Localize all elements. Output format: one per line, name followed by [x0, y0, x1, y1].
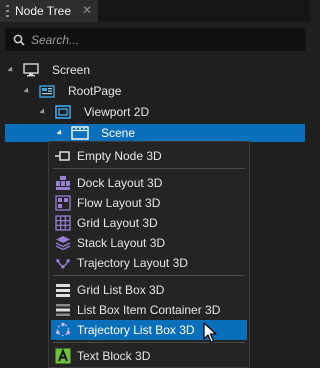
- empty-node-icon: [55, 148, 71, 164]
- menu-item-label: Flow Layout 3D: [77, 196, 161, 210]
- grid-list-box-icon: [55, 282, 71, 298]
- tab-bar: Node Tree ✕: [0, 0, 310, 22]
- tree-node-viewport[interactable]: Viewport 2D: [39, 103, 150, 121]
- menu-item-stack-layout-3d[interactable]: Stack Layout 3D: [51, 233, 247, 253]
- menu-item-label: Dock Layout 3D: [77, 176, 163, 190]
- scene-icon: [71, 126, 89, 140]
- tree-node-label: Viewport 2D: [84, 105, 150, 119]
- stack-layout-icon: [55, 235, 71, 251]
- menu-item-label: Text Block 3D: [77, 349, 151, 363]
- menu-item-label: Trajectory List Box 3D: [77, 323, 195, 337]
- expand-arrow-icon[interactable]: [56, 129, 64, 137]
- tree-node-label: RootPage: [68, 84, 122, 98]
- menu-item-empty-node-3d[interactable]: Empty Node 3D: [51, 146, 247, 166]
- menu-item-label: List Box Item Container 3D: [77, 303, 221, 317]
- drag-handle-icon[interactable]: [6, 5, 9, 17]
- viewport-icon: [54, 105, 72, 119]
- menu-item-label: Grid Layout 3D: [77, 216, 158, 230]
- menu-item-list-box-item-container-3d[interactable]: List Box Item Container 3D: [51, 300, 247, 320]
- monitor-icon: [22, 63, 40, 77]
- expand-arrow-icon[interactable]: [7, 66, 15, 74]
- text-block-icon: [55, 348, 71, 364]
- menu-separator: [53, 168, 245, 169]
- search-box[interactable]: [5, 28, 305, 51]
- menu-item-label: Trajectory Layout 3D: [77, 256, 188, 270]
- tree-node-scene[interactable]: Scene: [5, 124, 305, 142]
- menu-item-label: Stack Layout 3D: [77, 236, 166, 250]
- expand-arrow-icon[interactable]: [23, 87, 31, 95]
- flow-layout-icon: [55, 195, 71, 211]
- menu-item-label: Empty Node 3D: [77, 149, 162, 163]
- close-icon[interactable]: ✕: [82, 3, 92, 17]
- menu-separator: [53, 275, 245, 276]
- list-box-item-container-icon: [55, 302, 71, 318]
- menu-item-trajectory-layout-3d[interactable]: Trajectory Layout 3D: [51, 253, 247, 273]
- tree-node-rootpage[interactable]: RootPage: [23, 82, 122, 100]
- menu-item-text-block-3d[interactable]: Text Block 3D: [51, 346, 247, 366]
- menu-item-label: Grid List Box 3D: [77, 283, 165, 297]
- grid-layout-icon: [55, 215, 71, 231]
- tree-node-label: Scene: [101, 126, 136, 140]
- tree-node-screen[interactable]: Screen: [7, 61, 91, 79]
- tab-node-tree[interactable]: Node Tree ✕: [0, 0, 98, 22]
- trajectory-layout-icon: [55, 255, 71, 271]
- menu-item-trajectory-list-box-3d[interactable]: Trajectory List Box 3D: [51, 320, 247, 340]
- search-input[interactable]: [31, 32, 281, 47]
- search-icon: [13, 34, 25, 46]
- menu-item-grid-list-box-3d[interactable]: Grid List Box 3D: [51, 280, 247, 300]
- tree-node-label: Screen: [52, 63, 91, 77]
- dock-layout-icon: [55, 175, 71, 191]
- add-node-menu: Empty Node 3D Dock Layout 3D Flow Layout…: [48, 141, 250, 368]
- menu-item-dock-layout-3d[interactable]: Dock Layout 3D: [51, 173, 247, 193]
- page-icon: [38, 84, 56, 98]
- mouse-cursor-icon: [203, 322, 217, 343]
- trajectory-list-box-icon: [55, 322, 71, 338]
- menu-item-flow-layout-3d[interactable]: Flow Layout 3D: [51, 193, 247, 213]
- menu-item-grid-layout-3d[interactable]: Grid Layout 3D: [51, 213, 247, 233]
- expand-arrow-icon[interactable]: [39, 108, 47, 116]
- tab-label: Node Tree: [15, 4, 72, 18]
